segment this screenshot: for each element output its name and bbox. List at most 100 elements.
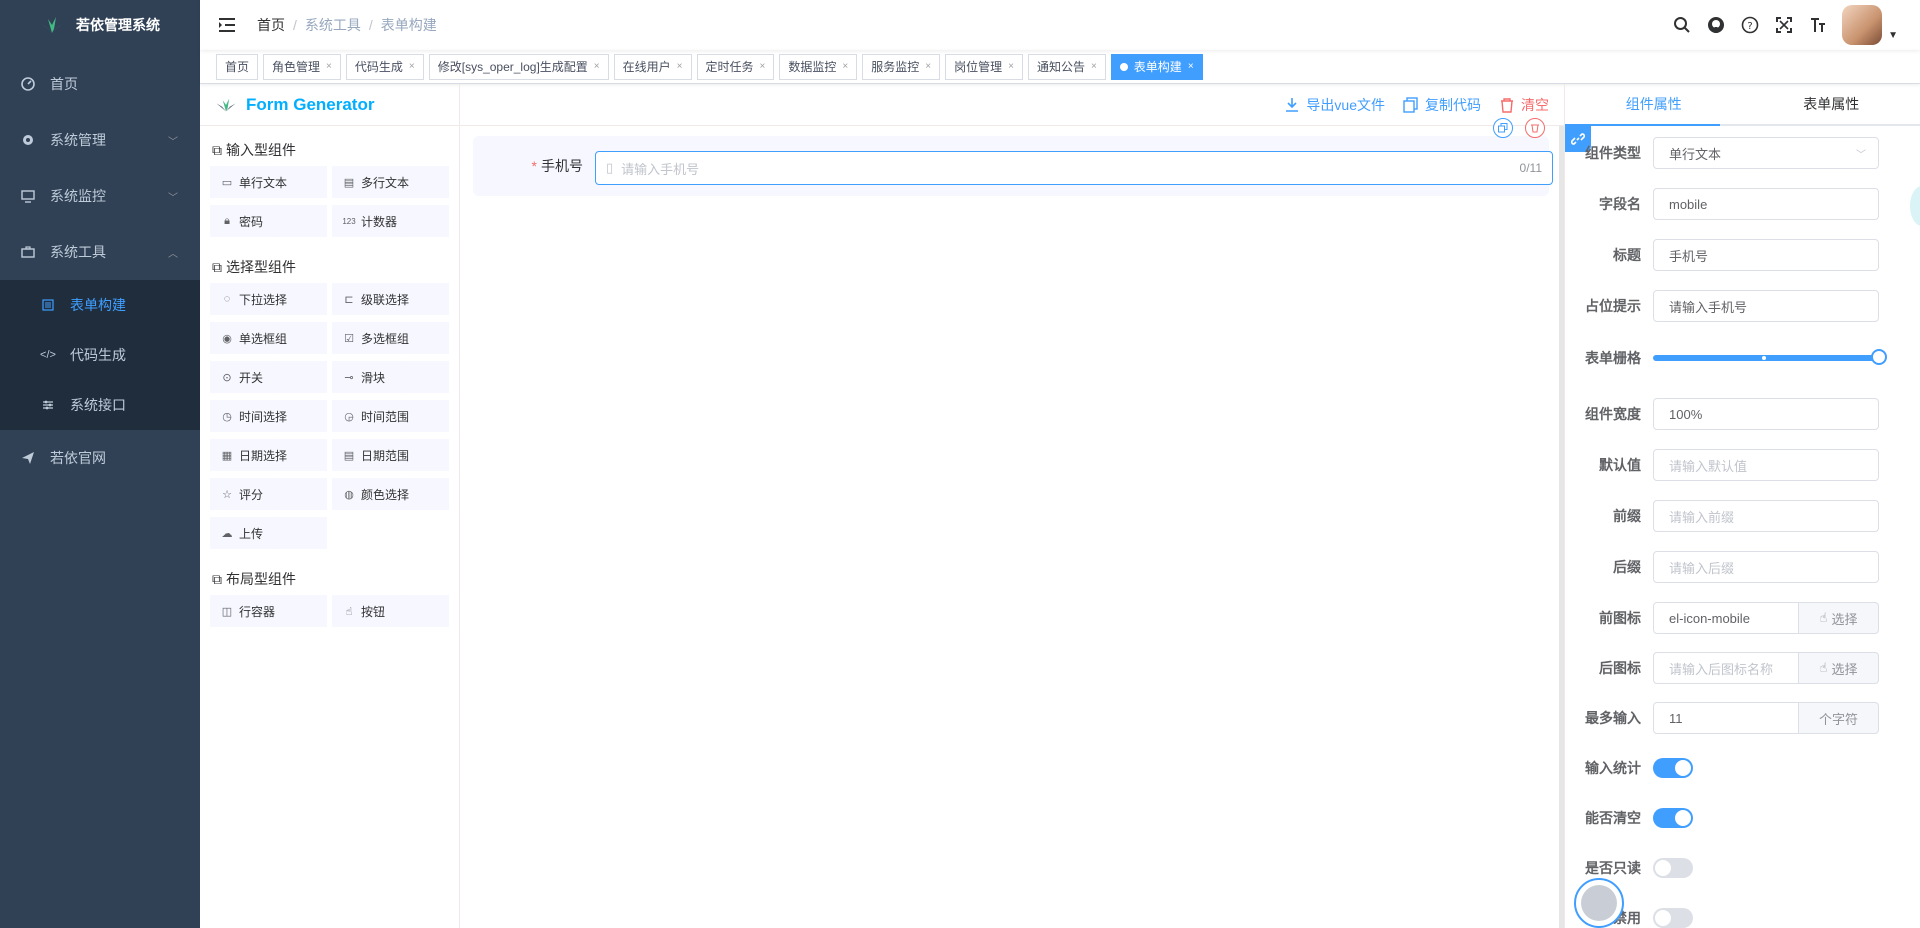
close-icon[interactable]: × xyxy=(760,61,766,72)
tag-item[interactable]: 在线用户 × xyxy=(613,53,692,80)
component-type-select[interactable]: 单行文本 ﹀ xyxy=(1653,137,1879,169)
component-item[interactable]: ⊏ 级联选择 xyxy=(332,283,449,315)
tag-item[interactable]: 角色管理 × xyxy=(263,53,341,80)
tab-form-props[interactable]: 表单属性 xyxy=(1743,84,1920,124)
component-item[interactable]: ☑ 多选框组 xyxy=(332,322,449,354)
component-item[interactable]: ▭ 单行文本 xyxy=(210,166,327,198)
component-item[interactable]: ◷ 时间选择 xyxy=(210,400,327,432)
readonly-switch[interactable] xyxy=(1653,858,1693,878)
avatar[interactable] xyxy=(1842,5,1883,45)
placeholder-input[interactable]: 请输入手机号 xyxy=(1653,290,1879,322)
cascader-icon: ⊏ xyxy=(344,293,354,306)
github-icon[interactable] xyxy=(1706,15,1726,35)
close-icon[interactable]: × xyxy=(925,61,931,72)
suffix-icon-input[interactable]: 请输入后图标名称 xyxy=(1653,652,1799,684)
tag-item[interactable]: 岗位管理 × xyxy=(945,53,1023,80)
delete-item-button[interactable] xyxy=(1525,118,1545,138)
tag-item[interactable]: 首页 xyxy=(216,53,259,80)
title-input[interactable]: 手机号 xyxy=(1653,239,1879,271)
tag-item[interactable]: 数据监控 × xyxy=(779,53,858,80)
disabled-switch[interactable] xyxy=(1653,908,1693,928)
logo[interactable]: 若依管理系统 xyxy=(0,0,200,50)
suffix-input[interactable]: 请输入后缀 xyxy=(1653,551,1879,583)
select-icon-button[interactable]: ☝ 选择 xyxy=(1799,602,1879,634)
slider-thumb[interactable] xyxy=(1871,349,1887,365)
component-item[interactable]: ⊙ 开关 xyxy=(210,361,327,393)
close-icon[interactable]: × xyxy=(1188,61,1194,72)
prefix-input[interactable]: 请输入前缀 xyxy=(1653,500,1879,532)
select-icon-button[interactable]: ☝ 选择 xyxy=(1799,652,1879,684)
copy-item-button[interactable] xyxy=(1493,118,1513,138)
tab-component-props[interactable]: 组件属性 xyxy=(1565,84,1743,124)
panel-header: Form Generator xyxy=(200,84,459,126)
form-item-mobile[interactable]: * 手机号 ▯ 请输入手机号 0/11 xyxy=(473,118,1553,196)
fullscreen-icon[interactable] xyxy=(1774,15,1794,35)
close-icon[interactable]: × xyxy=(842,61,848,72)
width-input[interactable]: 100% xyxy=(1653,398,1879,430)
close-icon[interactable]: × xyxy=(1091,61,1097,72)
span-slider[interactable] xyxy=(1653,349,1887,365)
mobile-input[interactable]: ▯ 请输入手机号 0/11 xyxy=(595,151,1553,185)
component-grid: ▭ 单行文本 ▤ 多行文本 🔒︎ 密码 123 计数器 xyxy=(200,166,459,237)
tag-item-active[interactable]: 表单构建 × xyxy=(1110,53,1203,80)
component-item[interactable]: ☆ 评分 xyxy=(210,478,327,510)
maxlength-input[interactable]: 11 xyxy=(1653,702,1799,734)
svg-text:?: ? xyxy=(1747,21,1752,32)
field-name-input[interactable]: mobile xyxy=(1653,188,1879,220)
close-icon[interactable]: × xyxy=(677,61,683,72)
scroll-indicator xyxy=(1910,186,1920,226)
close-icon[interactable]: × xyxy=(594,61,600,72)
component-label: 评分 xyxy=(239,487,264,502)
copy-icon xyxy=(1403,96,1418,113)
hamburger-icon[interactable] xyxy=(217,15,237,35)
search-icon[interactable] xyxy=(1672,15,1692,35)
tag-item[interactable]: 定时任务 × xyxy=(696,53,775,80)
component-item[interactable]: ◫ 行容器 xyxy=(210,595,327,627)
close-icon[interactable]: × xyxy=(1008,61,1014,72)
show-word-limit-switch[interactable] xyxy=(1653,758,1693,778)
component-item[interactable]: ◶ 时间范围 xyxy=(332,400,449,432)
floating-assistant-button[interactable] xyxy=(1574,878,1624,928)
font-size-icon[interactable] xyxy=(1808,15,1828,35)
prop-label: 占位提示 xyxy=(1585,298,1641,314)
canvas-actions: 导出vue文件 复制代码 清空 xyxy=(460,84,1564,126)
caret-down-icon[interactable]: ▼ xyxy=(1888,30,1898,41)
component-item[interactable]: ◍ 颜色选择 xyxy=(332,478,449,510)
breadcrumb-item[interactable]: 首页 xyxy=(257,15,285,35)
component-item[interactable]: ⊸ 滑块 xyxy=(332,361,449,393)
component-item[interactable]: 🔒︎ 密码 xyxy=(210,205,327,237)
sidebar-item-codegen[interactable]: </> 代码生成 xyxy=(0,330,200,380)
component-item[interactable]: ☁ 上传 xyxy=(210,517,327,549)
tag-item[interactable]: 代码生成 × xyxy=(345,53,424,80)
sidebar-item-home[interactable]: 首页 xyxy=(0,56,200,112)
copy-code-button[interactable]: 复制代码 xyxy=(1403,95,1481,115)
close-icon[interactable]: × xyxy=(409,61,415,72)
sidebar-item-website[interactable]: 若依官网 xyxy=(0,430,200,486)
gear-icon xyxy=(20,132,36,148)
tag-item[interactable]: 通知公告 × xyxy=(1027,53,1106,80)
clear-button[interactable]: 清空 xyxy=(1499,95,1549,115)
component-item[interactable]: ▤ 日期范围 xyxy=(332,439,449,471)
sidebar-item-tools[interactable]: 系统工具 ︿ xyxy=(0,224,200,280)
component-item[interactable]: ▤ 多行文本 xyxy=(332,166,449,198)
prop-row-prefix: 前缀 请输入前缀 xyxy=(1565,499,1905,533)
question-icon[interactable]: ? xyxy=(1740,15,1760,35)
append-label: 选择 xyxy=(1831,611,1858,627)
default-value-input[interactable]: 请输入默认值 xyxy=(1653,449,1879,481)
sidebar-item-form-build[interactable]: 表单构建 xyxy=(0,280,200,330)
tag-item[interactable]: 修改[sys_oper_log]生成配置 × xyxy=(428,53,609,80)
sidebar-item-label: 系统接口 xyxy=(70,397,126,413)
component-item[interactable]: ☝ 按钮 xyxy=(332,595,449,627)
tag-item[interactable]: 服务监控 × xyxy=(862,53,941,80)
prefix-icon-input[interactable]: el-icon-mobile xyxy=(1653,602,1799,634)
component-item[interactable]: ▦ 日期选择 xyxy=(210,439,327,471)
sidebar-item-system[interactable]: 系统管理 ﹀ xyxy=(0,112,200,168)
close-icon[interactable]: × xyxy=(326,61,332,72)
export-vue-button[interactable]: 导出vue文件 xyxy=(1284,95,1385,115)
component-item[interactable]: ◉ 单选框组 xyxy=(210,322,327,354)
component-item[interactable]: ◌ 下拉选择 xyxy=(210,283,327,315)
component-item[interactable]: 123 计数器 xyxy=(332,205,449,237)
sidebar-item-swagger[interactable]: 系统接口 xyxy=(0,380,200,430)
clearable-switch[interactable] xyxy=(1653,808,1693,828)
sidebar-item-monitor[interactable]: 系统监控 ﹀ xyxy=(0,168,200,224)
